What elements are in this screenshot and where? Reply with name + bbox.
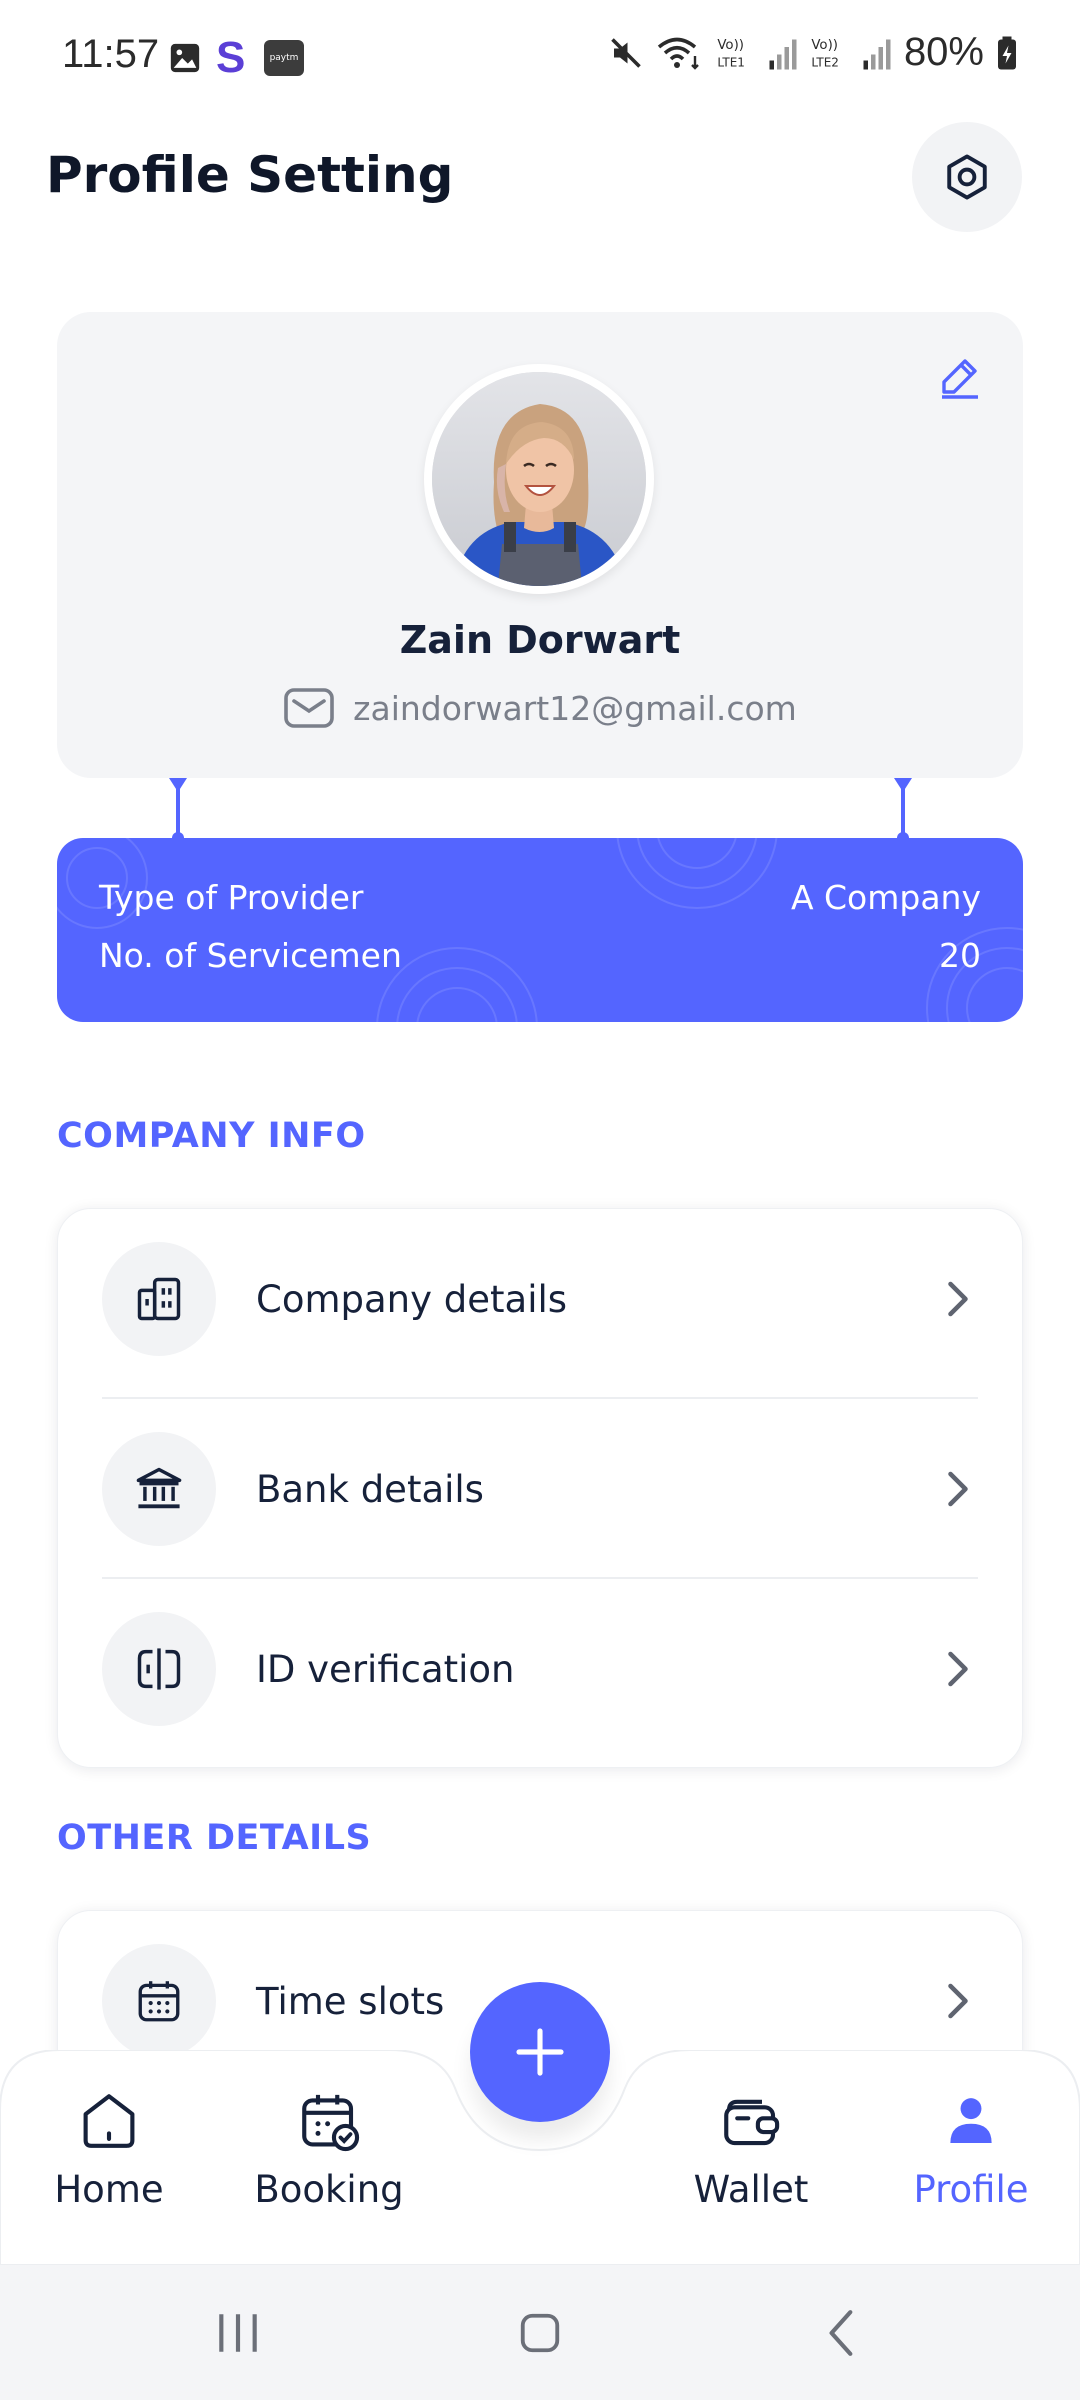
svg-text:LTE1: LTE1	[717, 55, 745, 69]
home-icon	[83, 2094, 135, 2148]
mail-icon	[284, 688, 334, 728]
nav-wallet[interactable]: Wallet	[661, 2088, 841, 2211]
svg-text:LTE2: LTE2	[811, 55, 839, 69]
email-row: zaindorwart12@gmail.com	[0, 686, 1080, 730]
calendar-icon	[138, 1981, 180, 2022]
avatar[interactable]	[432, 372, 646, 586]
list-item-label: ID verification	[256, 1647, 515, 1691]
servicemen-label: No. of Servicemen	[99, 936, 402, 975]
list-item-label: Bank details	[256, 1467, 484, 1511]
list-item-company-details[interactable]: Company details	[102, 1209, 978, 1389]
list-item-label: Company details	[256, 1277, 568, 1321]
system-status-icons: Vo)) LTE1 Vo)) LTE2 80%	[608, 30, 1018, 75]
nav-label: Booking	[254, 2168, 404, 2211]
nav-label: Profile	[913, 2168, 1029, 2211]
s-app-icon: S	[216, 33, 246, 82]
chevron-right-icon	[938, 1469, 978, 1509]
home-square-icon	[520, 2313, 560, 2352]
gear-icon	[947, 154, 987, 200]
edit-profile-button[interactable]	[936, 352, 984, 400]
recents-icon	[219, 2313, 257, 2352]
provider-type-value: A Company	[790, 878, 981, 917]
provider-type-label: Type of Provider	[99, 878, 364, 917]
signal-icon	[863, 39, 891, 69]
icon-circle	[102, 1242, 216, 1356]
volte-lte1-icon: Vo)) LTE1	[717, 38, 745, 69]
banner-pattern	[57, 838, 1023, 1022]
add-button[interactable]	[470, 1982, 610, 2122]
connector-right	[894, 778, 912, 844]
profile-name: Zain Dorwart	[399, 618, 681, 662]
nav-label: Wallet	[693, 2168, 809, 2211]
back-button[interactable]	[772, 2265, 912, 2400]
nav-label: Home	[54, 2168, 164, 2211]
recents-button[interactable]	[168, 2265, 308, 2400]
buildings-icon	[137, 1277, 181, 1321]
list-item-bank-details[interactable]: Bank details	[102, 1399, 978, 1579]
notification-icons: S paytm	[168, 33, 304, 82]
chevron-right-icon	[938, 1981, 978, 2021]
mute-icon	[611, 37, 641, 68]
connector-left	[169, 778, 187, 844]
status-time: 11:57	[62, 32, 160, 76]
nav-home[interactable]: Home	[19, 2088, 199, 2211]
wifi-icon	[657, 37, 699, 70]
chevron-right-icon	[938, 1279, 978, 1319]
gallery-icon	[170, 43, 200, 73]
company-info-card: Company details Bank details ID verifica…	[57, 1208, 1023, 1768]
user-icon	[950, 2098, 992, 2143]
icon-circle	[102, 1432, 216, 1546]
icon-circle	[102, 1612, 216, 1726]
id-card-icon	[137, 1648, 181, 1690]
provider-type-row: Type of Provider A Company	[99, 878, 981, 917]
battery-charging-icon	[998, 36, 1016, 69]
nav-profile[interactable]: Profile	[881, 2088, 1061, 2211]
settings-button[interactable]	[912, 122, 1022, 232]
bank-icon	[136, 1467, 182, 1509]
svg-text:Vo)): Vo))	[811, 38, 838, 53]
list-item-id-verification[interactable]: ID verification	[102, 1579, 978, 1759]
page-title: Profile Setting	[46, 146, 454, 204]
servicemen-value: 20	[939, 936, 981, 975]
volte-lte2-icon: Vo)) LTE2	[811, 38, 839, 69]
status-bar: 11:57 S paytm Vo)) LTE1 Vo)) LTE2 80%	[0, 0, 1080, 118]
other-details-heading: OTHER DETAILS	[57, 1818, 372, 1858]
profile-email: zaindorwart12@gmail.com	[353, 688, 797, 728]
profile-setting-screen: 11:57 S paytm Vo)) LTE1 Vo)) LTE2 80% Pr…	[0, 0, 1080, 2400]
battery-percentage: 80%	[903, 30, 984, 74]
svg-text:Vo)): Vo))	[717, 38, 744, 53]
company-info-heading: COMPANY INFO	[57, 1116, 366, 1156]
wallet-icon	[724, 2099, 780, 2146]
home-system-button[interactable]	[470, 2265, 610, 2400]
nav-booking[interactable]: Booking	[239, 2088, 419, 2211]
provider-info-banner: Type of Provider A Company No. of Servic…	[57, 838, 1023, 1022]
calendar-check-icon	[302, 2094, 360, 2152]
back-icon	[829, 2309, 853, 2356]
pencil-icon	[942, 359, 978, 399]
signal-icon	[769, 39, 797, 69]
servicemen-row: No. of Servicemen 20	[99, 936, 981, 975]
plus-icon	[516, 2028, 564, 2076]
icon-circle	[102, 1944, 216, 2058]
paytm-icon: paytm	[264, 40, 304, 76]
chevron-right-icon	[938, 1649, 978, 1689]
system-navigation-bar	[0, 2265, 1080, 2400]
